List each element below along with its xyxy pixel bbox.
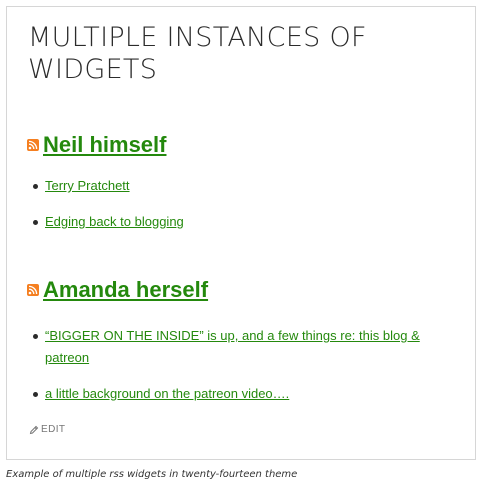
edit-link[interactable]: EDIT (29, 424, 65, 435)
image-caption: Example of multiple rss widgets in twent… (6, 469, 298, 480)
widget-title-link[interactable]: Neil himself (43, 132, 166, 158)
feed-item: Terry Pratchett (27, 175, 467, 197)
widget-title-neil: Neil himself (27, 130, 467, 160)
feed-item: Edging back to blogging (27, 211, 467, 233)
page-title: MULTIPLE INSTANCES OF WIDGETS (28, 22, 367, 85)
feed-item-link[interactable]: a little background on the patreon video… (45, 386, 289, 401)
edit-label[interactable]: EDIT (41, 424, 65, 435)
widget-title-amanda: Amanda herself (27, 275, 467, 305)
screenshot-frame: MULTIPLE INSTANCES OF WIDGETS Neil himse… (6, 6, 476, 460)
rss-widget-neil: Neil himself Terry Pratchett Edging back… (27, 130, 467, 233)
rss-icon[interactable] (27, 284, 39, 296)
feed-item-link[interactable]: Edging back to blogging (45, 214, 184, 229)
pencil-icon (29, 425, 39, 434)
feed-item-link[interactable]: “BIGGER ON THE INSIDE” is up, and a few … (45, 328, 420, 365)
rss-widget-amanda: Amanda herself “BIGGER ON THE INSIDE” is… (27, 275, 467, 405)
feed-list: “BIGGER ON THE INSIDE” is up, and a few … (27, 325, 467, 405)
feed-item: “BIGGER ON THE INSIDE” is up, and a few … (27, 325, 455, 369)
bullet-icon (33, 334, 38, 339)
bullet-icon (33, 184, 38, 189)
feed-item-link[interactable]: Terry Pratchett (45, 178, 130, 193)
feed-item: a little background on the patreon video… (27, 383, 467, 405)
widget-title-link[interactable]: Amanda herself (43, 277, 208, 303)
feed-list: Terry Pratchett Edging back to blogging (27, 175, 467, 233)
bullet-icon (33, 220, 38, 225)
rss-icon[interactable] (27, 139, 39, 151)
bullet-icon (33, 392, 38, 397)
